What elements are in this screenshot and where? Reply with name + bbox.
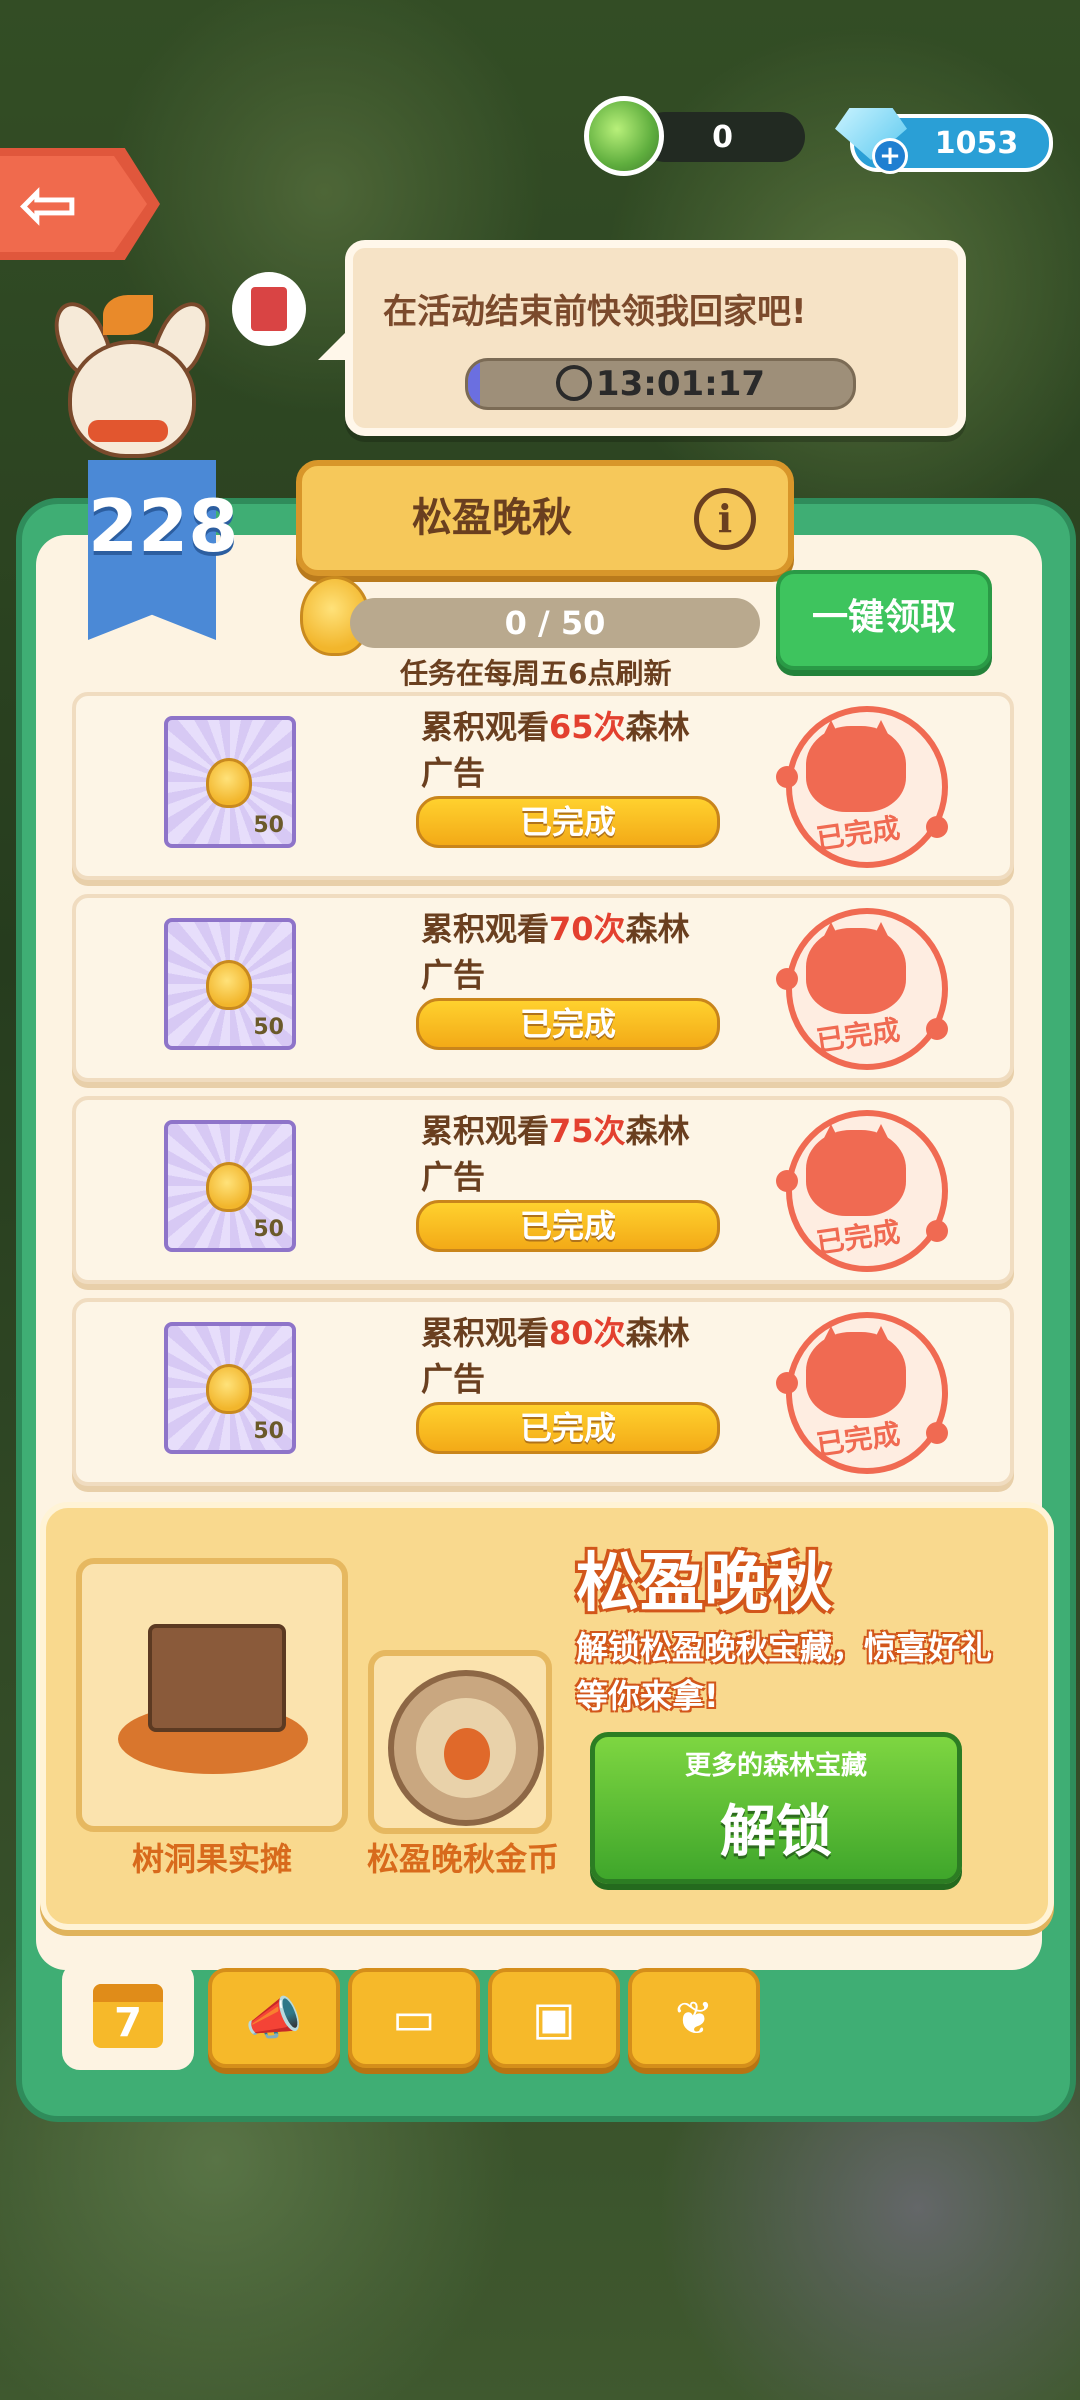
timer-text: 13:01:17 [595, 364, 766, 404]
task-card: 50 累积观看65次森林广告 已完成 已完成 [72, 692, 1014, 880]
task-desc-prefix: 累积观看 [421, 1112, 550, 1150]
task-count: 80次 [549, 1314, 626, 1352]
story-book-button[interactable] [232, 272, 306, 346]
task-count: 65次 [549, 708, 626, 746]
completed-stamp: 已完成 [776, 1312, 948, 1474]
reward-quantity: 50 [253, 1015, 284, 1040]
task-desc-prefix: 累积观看 [421, 910, 550, 948]
teapot-count: 0 [712, 119, 733, 155]
cat-face-icon [806, 1124, 906, 1216]
reward-item-stall[interactable] [76, 1558, 348, 1832]
token-progress-bar: 0 / 50 [350, 598, 760, 648]
task-completed-button[interactable]: 已完成 [416, 998, 720, 1050]
bunny-mascot [43, 293, 221, 458]
reward-quantity: 50 [253, 1419, 284, 1444]
book-icon [251, 287, 287, 331]
bubble-message: 在活动结束前快领我回家吧! [383, 292, 807, 332]
task-desc-prefix: 累积观看 [421, 1314, 550, 1352]
event-timer: 13:01:17 [465, 358, 856, 410]
gem-count: 1053 [934, 125, 1019, 161]
reward-quantity: 50 [253, 813, 284, 838]
promo-title: 松盈晚秋 [576, 1547, 832, 1621]
refresh-note: 任务在每周五6点刷新 [400, 657, 672, 690]
premium-promo-card: 树洞果实摊 松盈晚秋金币 松盈晚秋 解锁松盈晚秋宝藏，惊喜好礼等你来拿! 更多的… [40, 1502, 1054, 1930]
reward-box: 50 [164, 1120, 296, 1252]
cat-face-icon [806, 1326, 906, 1418]
reward-item-stall-label: 树洞果实摊 [131, 1840, 292, 1878]
reward-box: 50 [164, 716, 296, 848]
task-description: 累积观看65次森林广告 [421, 704, 701, 796]
completed-stamp: 已完成 [776, 908, 948, 1070]
chick-token-icon [206, 758, 252, 808]
panel-title-banner: 松盈晚秋 i [296, 460, 794, 576]
maple-leaf-icon [103, 295, 153, 335]
acorn-coin-icon [388, 1670, 544, 1826]
fruit-stall-icon [118, 1604, 308, 1784]
chick-token-icon [206, 1162, 252, 1212]
task-count: 70次 [549, 910, 626, 948]
task-count: 75次 [549, 1112, 626, 1150]
clock-icon [555, 365, 592, 401]
panel-title: 松盈晚秋 [412, 495, 572, 541]
reward-box: 50 [164, 918, 296, 1050]
tab-tickets[interactable]: ▭ [348, 1968, 480, 2068]
task-description: 累积观看70次森林广告 [421, 906, 701, 998]
add-gems-icon[interactable]: + [872, 138, 908, 174]
task-card: 50 累积观看70次森林广告 已完成 已完成 [72, 894, 1014, 1082]
unlock-subtitle: 更多的森林宝藏 [684, 1751, 867, 1781]
unlock-button[interactable]: 更多的森林宝藏 解锁 [590, 1732, 962, 1884]
megaphone-icon: 📣 [245, 1990, 303, 2045]
promo-description: 解锁松盈晚秋宝藏，惊喜好礼等你来拿! [576, 1629, 993, 1715]
back-arrow-icon: ⇦ [18, 162, 79, 246]
chick-token-icon [206, 1364, 252, 1414]
task-desc-prefix: 累积观看 [421, 708, 550, 746]
teapot-icon [584, 96, 664, 176]
info-icon[interactable]: i [694, 488, 756, 550]
token-progress-text: 0 / 50 [504, 604, 606, 642]
level-number: 228 [88, 484, 239, 568]
reward-item-coin-label: 松盈晚秋金币 [366, 1840, 559, 1878]
task-description: 累积观看80次森林广告 [421, 1310, 701, 1402]
task-description: 累积观看75次森林广告 [421, 1108, 701, 1200]
task-completed-button[interactable]: 已完成 [416, 1402, 720, 1454]
gift-box-icon: ▣ [532, 1991, 576, 2045]
calendar-icon: 7 [93, 1984, 163, 2048]
unlock-label: 解锁 [720, 1800, 832, 1865]
chick-token-icon [206, 960, 252, 1010]
task-completed-button[interactable]: 已完成 [416, 796, 720, 848]
completed-stamp: 已完成 [776, 706, 948, 868]
leaf-icon: ❦ [674, 1991, 714, 2045]
speech-bubble: 在活动结束前快领我回家吧! 13:01:17 [345, 240, 966, 436]
reward-item-coin[interactable] [368, 1650, 552, 1834]
reward-quantity: 50 [253, 1217, 284, 1242]
tab-megaphone[interactable]: 📣 [208, 1968, 340, 2068]
reward-box: 50 [164, 1322, 296, 1454]
tab-calendar[interactable]: 7 [62, 1962, 194, 2070]
cat-face-icon [806, 922, 906, 1014]
claim-all-button[interactable]: 一键领取 [776, 570, 992, 670]
task-completed-button[interactable]: 已完成 [416, 1200, 720, 1252]
completed-stamp: 已完成 [776, 1110, 948, 1272]
task-card: 50 累积观看80次森林广告 已完成 已完成 [72, 1298, 1014, 1486]
tickets-icon: ▭ [392, 1991, 436, 2045]
teapot-currency-counter: 0 [640, 112, 805, 162]
tab-gift[interactable]: ▣ [488, 1968, 620, 2068]
cat-face-icon [806, 720, 906, 812]
tab-leaf[interactable]: ❦ [628, 1968, 760, 2068]
task-card: 50 累积观看75次森林广告 已完成 已完成 [72, 1096, 1014, 1284]
